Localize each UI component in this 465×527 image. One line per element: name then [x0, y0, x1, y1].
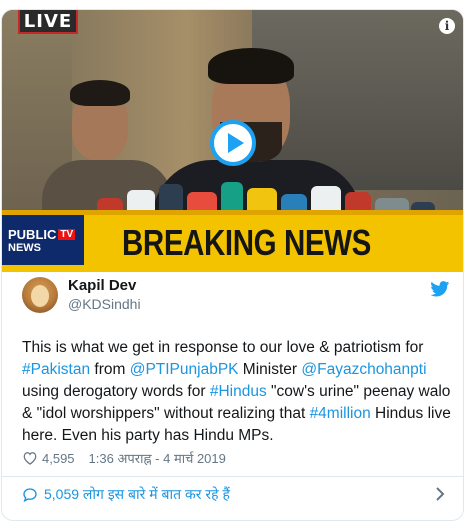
channel-logo-tv: TV: [58, 228, 76, 240]
tweet-text-segment: This is what we get in response to our l…: [22, 339, 424, 356]
hashtag-link-pakistan[interactable]: #Pakistan: [22, 361, 90, 378]
author-handle[interactable]: @KDSindhi: [68, 296, 141, 312]
speaker-hair: [208, 48, 294, 84]
channel-logo-news: NEWS: [8, 241, 41, 254]
avatar[interactable]: [22, 277, 58, 313]
play-button[interactable]: [210, 120, 256, 166]
tweet-author-header: Kapil Dev @KDSindhi: [22, 277, 452, 317]
tweet-meta: 4,595 1:36 अपराह्न - 4 मार्च 2019: [22, 449, 226, 467]
author-name[interactable]: Kapil Dev: [68, 277, 136, 294]
tweet-text-segment: using derogatory words for: [22, 383, 210, 400]
embedded-tweet-card: PUBLIC TV NEWS BREAKING NEWS LIVE i Kapi…: [1, 9, 464, 521]
mention-link-fayazchohanpti[interactable]: @Fayazchohanpti: [301, 361, 426, 378]
like-count[interactable]: 4,595: [42, 451, 75, 466]
tweet-text-segment: from: [90, 361, 130, 378]
twitter-bird-icon[interactable]: [430, 281, 450, 297]
tweet-text-segment: Minister: [238, 361, 302, 378]
background-person-hair: [70, 80, 130, 106]
info-icon[interactable]: i: [439, 18, 455, 34]
chevron-right-icon[interactable]: [435, 487, 445, 501]
channel-logo-public: PUBLIC: [8, 226, 57, 242]
replies-link[interactable]: 5,059 लोग इस बारे में बात कर रहे हैं: [44, 485, 230, 504]
tweet-timestamp[interactable]: 1:36 अपराह्न - 4 मार्च 2019: [89, 449, 226, 467]
mention-link-ptipunjabpk[interactable]: @PTIPunjabPK: [130, 361, 239, 378]
live-label: LIVE: [23, 10, 73, 32]
replies-footer[interactable]: 5,059 लोग इस बारे में बात कर रहे हैं: [2, 477, 463, 512]
video-player[interactable]: PUBLIC TV NEWS BREAKING NEWS LIVE i: [2, 10, 463, 272]
live-badge: LIVE: [18, 10, 78, 34]
breaking-news-text: BREAKING NEWS: [122, 222, 371, 263]
tweet-text: This is what we get in response to our l…: [22, 337, 452, 447]
reply-bubble-icon: [23, 487, 37, 502]
hashtag-link-hindus[interactable]: #Hindus: [210, 383, 267, 400]
heart-icon[interactable]: [22, 451, 38, 465]
play-icon: [227, 133, 244, 153]
channel-logo: PUBLIC TV NEWS: [2, 215, 84, 265]
hashtag-link-4million[interactable]: #4million: [310, 405, 371, 422]
